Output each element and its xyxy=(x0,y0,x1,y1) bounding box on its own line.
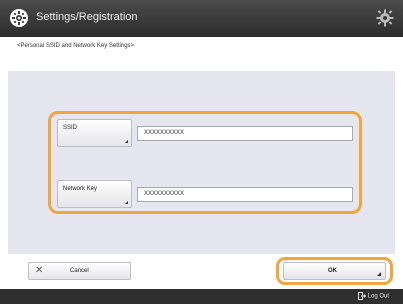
page-title: Settings/Registration xyxy=(36,11,138,23)
logout-label: Log Out xyxy=(367,293,389,300)
logout-button[interactable]: Log Out xyxy=(357,292,389,300)
ok-label: OK xyxy=(328,268,337,274)
cancel-button[interactable]: ✕ Cancel xyxy=(28,262,131,280)
ssid-button[interactable]: SSID xyxy=(57,119,132,147)
ok-button[interactable]: OK xyxy=(283,262,386,280)
ssid-field[interactable]: XXXXXXXXXX xyxy=(137,126,353,141)
settings-logo-icon xyxy=(10,9,28,27)
ssid-label: SSID xyxy=(63,125,78,131)
corner-arrow-icon xyxy=(125,140,128,143)
ssid-value: XXXXXXXXXX xyxy=(144,130,185,136)
network-key-button[interactable]: Network Key xyxy=(57,180,132,208)
close-icon: ✕ xyxy=(35,265,44,276)
title-bar: Settings/Registration xyxy=(0,0,403,37)
network-key-label: Network Key xyxy=(63,186,98,192)
cancel-label: Cancel xyxy=(70,268,89,274)
footer-bar: Log Out xyxy=(0,289,403,304)
logout-icon xyxy=(357,292,366,300)
corner-arrow-icon xyxy=(125,201,128,204)
gear-icon[interactable] xyxy=(376,9,394,27)
section-subtitle: <Personal SSID and Network Key Settings> xyxy=(17,43,135,49)
network-key-value: XXXXXXXXXX xyxy=(144,191,185,197)
corner-arrow-icon xyxy=(377,272,381,276)
network-key-field[interactable]: XXXXXXXXXX xyxy=(137,187,353,202)
